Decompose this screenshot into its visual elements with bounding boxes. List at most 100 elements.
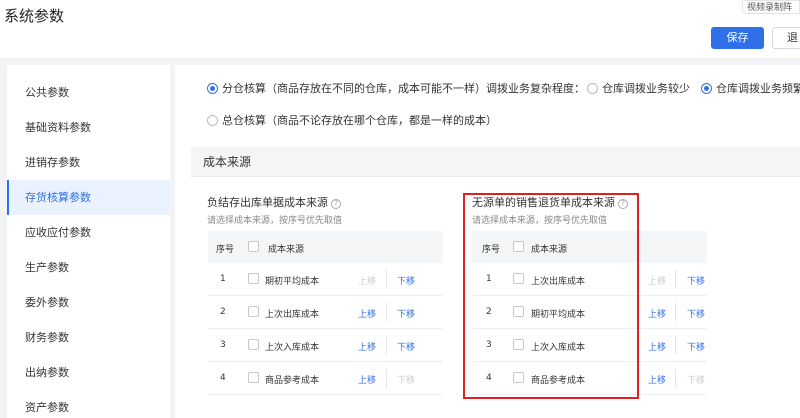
- radio-total-warehouse-label: 总仓核算（商品不论存放在哪个仓库，都是一样的成本）: [222, 114, 497, 127]
- row-checkbox[interactable]: [248, 372, 259, 384]
- table-row: 4 商品参考成本 上移 下移: [472, 362, 707, 395]
- row-checkbox[interactable]: [248, 273, 259, 285]
- divider: [386, 270, 387, 288]
- radio-split-warehouse[interactable]: 分仓核算（商品存放在不同的仓库，成本可能不一样）: [207, 80, 486, 96]
- radio-transfer-many[interactable]: 仓库调拨业务频繁: [701, 80, 800, 96]
- move-up-link[interactable]: 上移: [358, 307, 376, 320]
- row-no: 1: [486, 274, 492, 284]
- column-header-no: 序号: [482, 245, 501, 255]
- row-source: 商品参考成本: [531, 376, 586, 386]
- move-down-link[interactable]: 下移: [687, 274, 705, 287]
- row-source: 上次入库成本: [265, 343, 320, 353]
- row-checkbox[interactable]: [513, 372, 524, 384]
- help-icon[interactable]: ?: [331, 199, 341, 209]
- move-down-link[interactable]: 下移: [397, 307, 415, 320]
- negative-stock-cost-source-title: 负结存出库单据成本来源?: [207, 194, 341, 210]
- sidebar-item-receivable-payable-params[interactable]: 应收应付参数: [7, 215, 170, 250]
- radio-total-warehouse[interactable]: 总仓核算（商品不论存放在哪个仓库，都是一样的成本）: [207, 112, 497, 128]
- radio-checked-icon: [207, 83, 218, 94]
- move-up-link[interactable]: 上移: [358, 373, 376, 386]
- table-row: 4 商品参考成本 上移 下移: [208, 362, 443, 395]
- top-bar: 系统参数 视频录制阵 保存 退: [0, 0, 800, 58]
- move-down-link[interactable]: 下移: [397, 373, 415, 386]
- no-source-return-cost-source-title: 无源单的销售退货单成本来源?: [472, 194, 628, 210]
- row-checkbox[interactable]: [248, 339, 259, 351]
- sidebar: 公共参数 基础资料参数 进销存参数 存货核算参数 应收应付参数 生产参数 委外参…: [7, 65, 170, 418]
- sidebar-item-public-params[interactable]: 公共参数: [7, 75, 170, 110]
- row-no: 2: [220, 307, 226, 317]
- sidebar-item-inventory-params[interactable]: 进销存参数: [7, 145, 170, 180]
- table-header: 序号 成本来源: [472, 231, 707, 263]
- divider: [386, 303, 387, 321]
- table-row: 2 上次出库成本 上移 下移: [208, 296, 443, 329]
- sidebar-item-cashier-params[interactable]: 出纳参数: [7, 355, 170, 390]
- row-no: 3: [486, 340, 492, 350]
- row-source: 期初平均成本: [531, 310, 586, 320]
- sidebar-item-stock-accounting-params[interactable]: 存货核算参数: [7, 180, 170, 215]
- move-up-link[interactable]: 上移: [648, 373, 666, 386]
- select-all-checkbox[interactable]: [248, 241, 259, 253]
- row-source: 期初平均成本: [265, 277, 320, 287]
- divider: [675, 270, 676, 288]
- radio-transfer-few[interactable]: 仓库调拨业务较少: [587, 80, 690, 96]
- move-up-link[interactable]: 上移: [648, 340, 666, 353]
- table-row: 3 上次入库成本 上移 下移: [472, 329, 707, 362]
- table-row: 2 期初平均成本 上移 下移: [472, 296, 707, 329]
- move-down-link[interactable]: 下移: [687, 373, 705, 386]
- column-header-no: 序号: [216, 245, 235, 255]
- column-header-source: 成本来源: [268, 245, 305, 255]
- row-checkbox[interactable]: [513, 306, 524, 318]
- sidebar-item-outsourcing-params[interactable]: 委外参数: [7, 285, 170, 320]
- row-no: 4: [486, 373, 492, 383]
- exit-button[interactable]: 退: [772, 27, 800, 49]
- move-up-link[interactable]: 上移: [648, 307, 666, 320]
- radio-unchecked-icon: [587, 83, 598, 94]
- sidebar-item-finance-params[interactable]: 财务参数: [7, 320, 170, 355]
- radio-split-warehouse-label: 分仓核算（商品存放在不同的仓库，成本可能不一样）: [222, 82, 486, 95]
- no-source-return-cost-source-title-text: 无源单的销售退货单成本来源: [472, 196, 615, 209]
- row-no: 2: [486, 307, 492, 317]
- sidebar-item-production-params[interactable]: 生产参数: [7, 250, 170, 285]
- move-up-link[interactable]: 上移: [358, 340, 376, 353]
- save-button[interactable]: 保存: [711, 27, 764, 49]
- table-header: 序号 成本来源: [208, 231, 443, 263]
- divider: [386, 369, 387, 387]
- row-no: 3: [220, 340, 226, 350]
- row-no: 1: [220, 274, 226, 284]
- main-panel: 分仓核算（商品存放在不同的仓库，成本可能不一样） 调拨业务复杂程度： 仓库调拨业…: [175, 65, 800, 418]
- divider: [675, 369, 676, 387]
- move-down-link[interactable]: 下移: [687, 307, 705, 320]
- column-header-source: 成本来源: [531, 245, 568, 255]
- move-down-link[interactable]: 下移: [397, 274, 415, 287]
- move-up-link[interactable]: 上移: [648, 274, 666, 287]
- table-row: 3 上次入库成本 上移 下移: [208, 329, 443, 362]
- radio-checked-icon: [701, 83, 712, 94]
- sidebar-item-basic-data-params[interactable]: 基础资料参数: [7, 110, 170, 145]
- sidebar-item-asset-params[interactable]: 资产参数: [7, 390, 170, 418]
- negative-stock-cost-source-title-text: 负结存出库单据成本来源: [207, 196, 328, 209]
- divider: [675, 336, 676, 354]
- select-all-checkbox[interactable]: [513, 241, 524, 253]
- row-checkbox[interactable]: [513, 339, 524, 351]
- page-title: 系统参数: [4, 7, 65, 25]
- no-source-return-cost-source-hint: 请选择成本来源，按序号优先取值: [472, 216, 608, 226]
- section-cost-source: 成本来源: [191, 147, 800, 177]
- radio-unchecked-icon: [207, 115, 218, 126]
- row-source: 上次出库成本: [531, 277, 586, 287]
- table-row: 1 上次出库成本 上移 下移: [472, 263, 707, 296]
- divider: [675, 303, 676, 321]
- move-up-link[interactable]: 上移: [358, 274, 376, 287]
- move-down-link[interactable]: 下移: [687, 340, 705, 353]
- row-source: 商品参考成本: [265, 376, 320, 386]
- row-checkbox[interactable]: [513, 273, 524, 285]
- recording-tag[interactable]: 视频录制阵: [742, 0, 800, 14]
- negative-stock-cost-source-hint: 请选择成本来源，按序号优先取值: [207, 216, 343, 226]
- row-checkbox[interactable]: [248, 306, 259, 318]
- help-icon[interactable]: ?: [618, 199, 628, 209]
- transfer-complexity-label: 调拨业务复杂程度：: [486, 82, 585, 95]
- radio-transfer-few-label: 仓库调拨业务较少: [602, 82, 690, 95]
- row-source: 上次入库成本: [531, 343, 586, 353]
- divider: [386, 336, 387, 354]
- table-row: 1 期初平均成本 上移 下移: [208, 263, 443, 296]
- move-down-link[interactable]: 下移: [397, 340, 415, 353]
